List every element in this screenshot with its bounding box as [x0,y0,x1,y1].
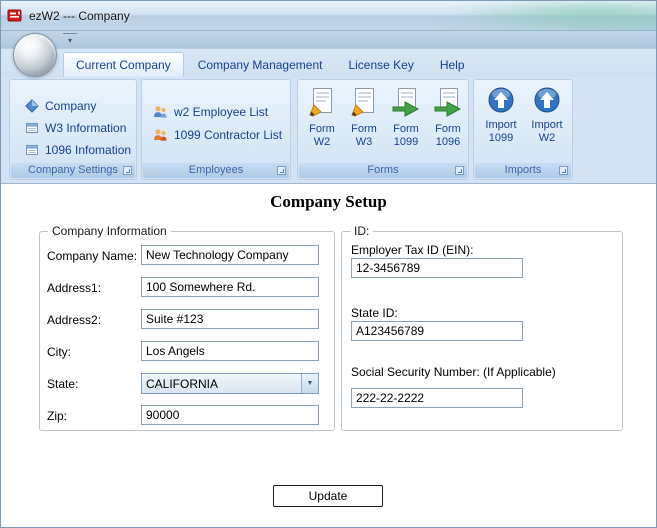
ribbon-group-imports: Import 1099 Import W2 Imports [473,79,573,180]
w2-employee-list-icon [152,104,168,120]
ribbon-item-label: Import [531,119,563,131]
ribbon-item-form-w3[interactable]: Form W3 [344,84,384,168]
ribbon-item-label: W2 [538,132,556,144]
state-label: State: [47,377,79,391]
ribbon-item-label: 1099 [393,136,419,148]
company-information-legend: Company Information [48,224,171,238]
city-label: City: [47,345,71,359]
ribbon-item-1099-contractor-list[interactable]: 1099 Contractor List [152,125,282,145]
ribbon-item-label: W2 [313,136,331,148]
group-caption-label: Forms [367,164,399,176]
ribbon-item-label: 1096 [435,136,461,148]
ribbon-item-label: Form [393,123,419,135]
form-1096-icon [432,86,464,123]
tab-help[interactable]: Help [428,53,477,77]
state-id-input[interactable] [351,321,523,341]
form-w3-icon [348,86,380,123]
city-input[interactable] [141,341,319,361]
zip-label: Zip: [47,409,68,423]
app-icon [7,8,23,24]
ribbon-group-company-settings: Company W3 Information 1096 Infomation C… [9,79,137,180]
id-legend: ID: [350,224,374,238]
ribbon-item-1096-information[interactable]: 1096 Infomation [24,140,131,160]
state-selected-value: CALIFORNIA [146,376,219,391]
group-caption-imports: Imports [475,163,571,178]
ribbon-item-form-w2[interactable]: Form W2 [302,84,342,168]
window-title: ezW2 --- Company [29,9,130,23]
state-select[interactable]: CALIFORNIA ▼ [141,373,319,394]
w3-information-icon [24,120,40,136]
combo-dropdown-arrow-icon[interactable]: ▼ [301,374,318,393]
ribbon-item-form-1096[interactable]: Form 1096 [428,84,468,168]
group-caption-employees: Employees [143,163,289,178]
ribbon-item-label: 1099 [488,132,514,144]
ssn-input[interactable] [351,388,523,408]
zip-input[interactable] [141,405,319,425]
dialog-launcher-icon[interactable] [123,166,132,175]
ribbon-item-w3-information[interactable]: W3 Information [24,118,126,138]
address2-label: Address2: [47,313,102,327]
ein-input[interactable] [351,258,523,278]
state-id-label: State ID: [351,306,398,320]
ribbon-item-import-1099[interactable]: Import 1099 [480,84,522,168]
group-caption-company-settings: Company Settings [11,163,135,178]
ribbon-item-w2-employee-list[interactable]: w2 Employee List [152,102,268,122]
ribbon-group-employees: w2 Employee List 1099 Contractor List Em… [141,79,291,180]
company-icon [24,98,40,114]
ribbon-body: Company W3 Information 1096 Infomation C… [3,79,654,180]
ribbon-item-form-1099[interactable]: Form 1099 [386,84,426,168]
form-w2-icon [306,86,338,123]
ribbon-item-label: W3 [355,136,373,148]
ribbon-item-label: Company [45,99,97,113]
import-1099-icon [487,86,515,119]
ribbon-item-label: 1096 Infomation [45,143,132,157]
tab-license-key[interactable]: License Key [336,53,425,77]
ribbon-item-label: 1099 Contractor List [174,128,283,142]
qat-dropdown-icon[interactable]: ▾ [63,33,77,47]
company-name-label: Company Name: [47,249,138,263]
ribbon: ▾ Current Company Company Management Lic… [1,31,656,184]
ribbon-item-label: W3 Information [45,121,127,135]
tab-current-company[interactable]: Current Company [63,52,184,77]
ribbon-tab-row: Current Company Company Management Licen… [1,49,656,77]
ein-label: Employer Tax ID (EIN): [351,243,474,257]
import-w2-icon [533,86,561,119]
dialog-launcher-icon[interactable] [455,166,464,175]
ribbon-item-label: Import [485,119,517,131]
ribbon-item-label: Form [309,123,335,135]
group-caption-label: Employees [188,164,244,176]
ssn-label: Social Security Number: (If Applicable) [351,365,556,379]
ribbon-item-label: Form [435,123,461,135]
ribbon-item-label: w2 Employee List [174,105,269,119]
ribbon-item-import-w2[interactable]: Import W2 [526,84,568,168]
ribbon-group-forms: Form W2 Form W3 Form 1099 Form 1096 Form… [297,79,469,180]
tab-company-management[interactable]: Company Management [186,53,335,77]
application-orb-button[interactable] [13,33,57,77]
contractor-list-icon [152,127,168,143]
titlebar: ezW2 --- Company [1,1,656,31]
group-caption-label: Imports [504,164,542,176]
company-name-input[interactable] [141,245,319,265]
dialog-launcher-icon[interactable] [559,166,568,175]
address2-input[interactable] [141,309,319,329]
form-1096-info-icon [24,142,40,158]
address1-input[interactable] [141,277,319,297]
quick-access-toolbar [1,31,656,49]
form-1099-icon [390,86,422,123]
ribbon-item-company[interactable]: Company [24,96,96,116]
ribbon-item-label: Form [351,123,377,135]
dialog-launcher-icon[interactable] [277,166,286,175]
page-title: Company Setup [270,192,387,211]
address1-label: Address1: [47,281,102,295]
group-caption-forms: Forms [299,163,467,178]
group-caption-label: Company Settings [28,164,118,176]
app-window: ezW2 --- Company ▾ Current Company Compa… [0,0,657,528]
update-button[interactable]: Update [273,485,383,507]
